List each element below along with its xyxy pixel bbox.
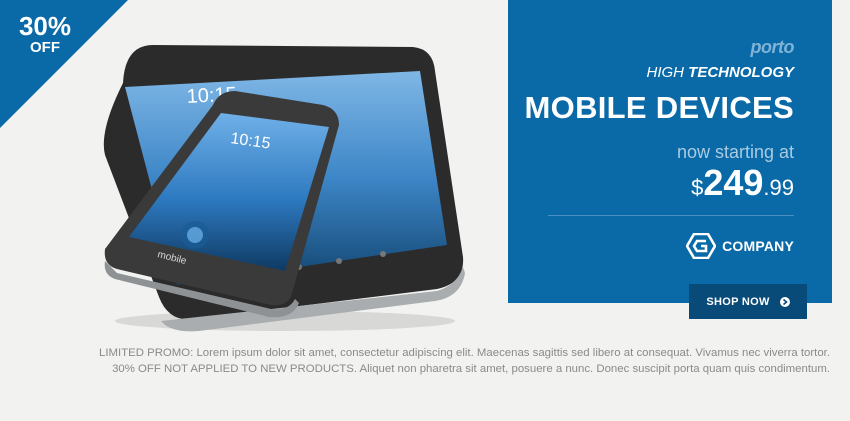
company-logo: COMPANY: [686, 233, 794, 259]
subtitle-bold: TECHNOLOGY: [688, 64, 794, 81]
subtitle-light: HIGH: [646, 64, 684, 81]
fine-print-bold: 30% OFF NOT APPLIED TO NEW PRODUCTS.: [112, 363, 358, 375]
panel-subtitle: HIGH TECHNOLOGY: [646, 64, 794, 81]
fine-print-line2: 30% OFF NOT APPLIED TO NEW PRODUCTS. Ali…: [50, 361, 830, 377]
brand-logo: porto: [750, 37, 795, 57]
price: $249.99: [691, 162, 794, 204]
fine-print-rest: Aliquet non pharetra sit amet, posuere a…: [357, 363, 830, 375]
chevron-circle-right-icon: [779, 296, 790, 307]
discount-off-label: OFF: [30, 39, 60, 56]
price-decimal: .99: [763, 175, 794, 200]
fine-print-line1: LIMITED PROMO: Lorem ipsum dolor sit ame…: [99, 347, 830, 359]
company-name: COMPANY: [722, 238, 794, 254]
panel-divider: [548, 215, 794, 216]
panel-headline: MOBILE DEVICES: [524, 90, 794, 125]
fine-print: LIMITED PROMO: Lorem ipsum dolor sit ame…: [50, 345, 830, 377]
shop-now-label: SHOP NOW: [706, 295, 770, 308]
discount-badge: 30% OFF: [6, 12, 84, 56]
price-whole: 249: [703, 162, 764, 203]
discount-percent: 30%: [18, 11, 72, 41]
starting-text: now starting at: [676, 142, 794, 162]
promo-panel: porto HIGH TECHNOLOGY MOBILE DEVICES now…: [508, 0, 832, 303]
devices-image: 10:15 10:15 mobile: [103, 45, 465, 332]
shop-now-button[interactable]: SHOP NOW: [689, 284, 807, 319]
price-currency: $: [691, 175, 704, 200]
company-hexagon-icon: [686, 233, 717, 259]
